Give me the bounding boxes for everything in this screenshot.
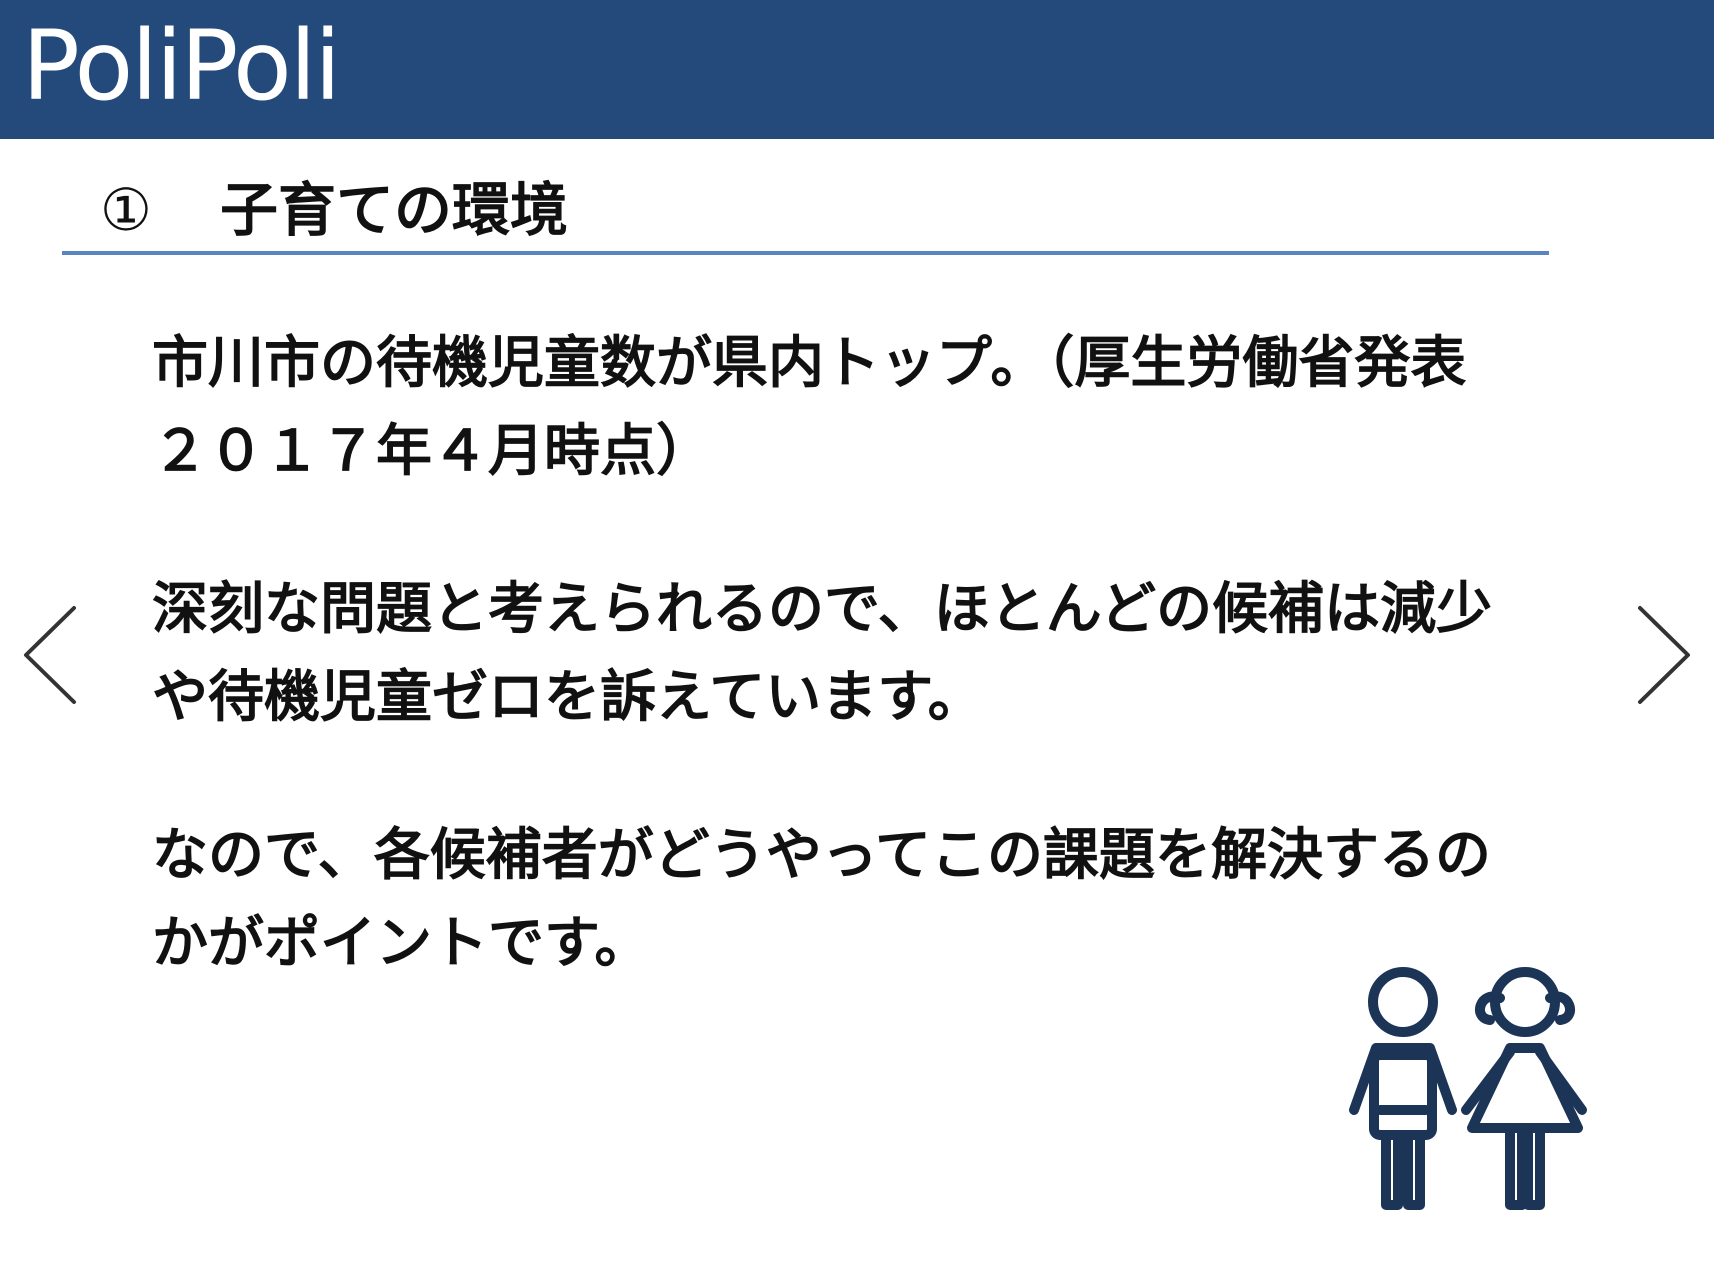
children-icon-graphic (1349, 967, 1587, 1210)
previous-slide-button[interactable] (16, 600, 86, 710)
next-slide-button[interactable] (1628, 600, 1698, 710)
paragraph-line: 市川市の待機児童数が県内トップ。（厚生労働省発表 (152, 331, 1467, 396)
paragraph-line: なので、各候補者がどうやってこの課題を解決するの (152, 823, 1491, 888)
section-heading: ① 子育ての環境 (100, 172, 568, 248)
paragraph-waitlist: 市川市の待機児童数が県内トップ。（厚生労働省発表 ２０１７年４月時点） (152, 320, 1572, 496)
section-title: 子育ての環境 (220, 176, 569, 244)
heading-underline (62, 251, 1549, 255)
paragraph-line: 深刻な問題と考えられるので、ほとんどの候補は減少 (152, 577, 1493, 642)
app-header: PoliPoli (0, 0, 1714, 139)
paragraph-line: ２０１７年４月時点） (152, 419, 712, 484)
paragraph-candidates: 深刻な問題と考えられるので、ほとんどの候補は減少 や待機児童ゼロを訴えています。 (152, 566, 1572, 742)
paragraph-line: や待機児童ゼロを訴えています。 (152, 665, 984, 730)
chevron-left-icon (24, 606, 76, 704)
chevron-right-icon (1638, 606, 1690, 704)
slide-page: PoliPoli ① 子育ての環境 市川市の待機児童数が県内トップ。（厚生労働省発… (0, 0, 1714, 1278)
children-icon (1340, 960, 1600, 1220)
section-number: ① (100, 176, 152, 244)
brand-logo[interactable]: PoliPoli (22, 6, 341, 126)
